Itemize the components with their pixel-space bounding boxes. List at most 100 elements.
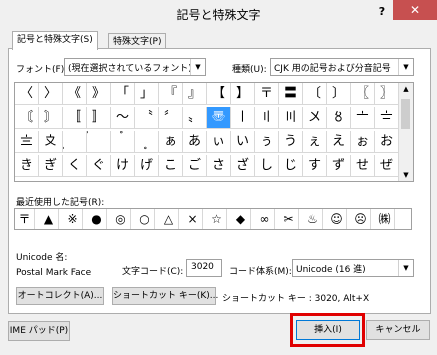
insert-highlight-frame [290, 313, 365, 347]
symbol-cell[interactable]: 】 [231, 83, 255, 105]
symbol-cell[interactable]: お [375, 131, 399, 153]
help-button[interactable]: ? [370, 2, 394, 22]
symbol-cell[interactable]: 〩 [39, 131, 63, 153]
recent-symbol[interactable]: 〒 [15, 209, 35, 229]
symbol-cell[interactable]: き [15, 155, 39, 177]
symbol-cell[interactable]: ぎ [39, 155, 63, 177]
symbol-grid[interactable]: 〈〉《》「」『』【】〒〓〔〕〖〗〘〙〚〛〜〝〞〟〠〡〢〣〤〥〦〧〨〩〪〭〫〬ぁあ… [14, 82, 414, 182]
symbol-cell[interactable]: ぐ [87, 155, 111, 177]
symbol-cell[interactable]: さ [207, 155, 231, 177]
symbol-cell[interactable]: こ [159, 155, 183, 177]
symbol-cell[interactable]: ぉ [351, 131, 375, 153]
symbol-cell[interactable]: 〨 [15, 131, 39, 153]
scroll-down-icon[interactable]: ▼ [399, 171, 413, 179]
symbol-cell[interactable]: 〙 [39, 107, 63, 129]
symbol-cell[interactable]: 〗 [375, 83, 399, 105]
symbol-cell[interactable]: 〬 [111, 131, 135, 153]
symbol-cell[interactable]: く [63, 155, 87, 177]
symbol-cell[interactable]: ぃ [207, 131, 231, 153]
symbol-cell[interactable]: ご [183, 155, 207, 177]
recent-symbol[interactable]: ▲ [39, 209, 59, 229]
grid-scrollbar[interactable]: ▲ ▼ [398, 83, 413, 181]
symbol-cell[interactable]: 〓 [279, 83, 303, 105]
symbol-cell[interactable]: え [327, 131, 351, 153]
symbol-cell[interactable]: け [111, 155, 135, 177]
recent-symbol[interactable]: ◆ [231, 209, 251, 229]
recent-symbol[interactable]: × [183, 209, 203, 229]
autocorrect-button[interactable]: オートコレクト(A)... [16, 287, 104, 305]
symbol-cell[interactable]: 〭 [135, 131, 159, 153]
symbol-cell[interactable]: ぇ [303, 131, 327, 153]
subset-select[interactable]: CJK 用の記号および分音記号 ▼ [270, 58, 414, 76]
symbol-cell[interactable]: 》 [87, 83, 111, 105]
title-bar: 記号と特殊文字 ? ✕ [0, 0, 437, 28]
scroll-thumb[interactable] [401, 99, 410, 129]
recent-symbol[interactable]: ☆ [207, 209, 227, 229]
symbol-cell[interactable]: 〦 [351, 107, 375, 129]
close-button[interactable]: ✕ [393, 0, 437, 20]
ime-pad-button[interactable]: IME パッド(P) [8, 321, 70, 341]
symbol-cell[interactable]: 〤 [303, 107, 327, 129]
symbol-cell[interactable]: ず [327, 155, 351, 177]
tab-symbols[interactable]: 記号と特殊文字(S) [12, 31, 98, 50]
symbol-cell[interactable]: ざ [231, 155, 255, 177]
symbol-cell[interactable]: 」 [135, 83, 159, 105]
symbol-cell[interactable]: 〘 [15, 107, 39, 129]
symbol-cell[interactable]: せ [351, 155, 375, 177]
codesystem-select[interactable]: Unicode (16 進) ▼ [292, 259, 414, 277]
recent-symbol[interactable]: ♨ [303, 209, 323, 229]
symbol-cell[interactable]: 〔 [303, 83, 327, 105]
symbol-cell[interactable]: す [303, 155, 327, 177]
symbol-cell[interactable]: じ [279, 155, 303, 177]
symbol-cell[interactable]: あ [183, 131, 207, 153]
symbol-cell[interactable]: 〕 [327, 83, 351, 105]
symbol-cell[interactable]: 〠 [207, 107, 231, 129]
symbol-cell[interactable]: 〪 [63, 131, 87, 153]
symbol-cell[interactable]: 〝 [135, 107, 159, 129]
recent-symbol[interactable]: ※ [63, 209, 83, 229]
symbol-cell[interactable]: い [231, 131, 255, 153]
recent-symbol[interactable]: ☺ [327, 209, 347, 229]
recent-symbol[interactable]: ○ [135, 209, 155, 229]
recent-symbol[interactable]: ☹ [351, 209, 371, 229]
recent-symbol[interactable]: △ [159, 209, 179, 229]
recent-symbol[interactable]: ◎ [111, 209, 131, 229]
symbol-cell[interactable]: 〚 [63, 107, 87, 129]
recent-symbol[interactable]: ∞ [255, 209, 275, 229]
symbol-cell[interactable]: げ [135, 155, 159, 177]
symbol-cell[interactable]: 』 [183, 83, 207, 105]
recent-symbol[interactable]: ✂ [279, 209, 299, 229]
symbol-cell[interactable]: 〒 [255, 83, 279, 105]
codesystem-label: コード体系(M): [229, 267, 292, 277]
recent-symbol[interactable]: ● [87, 209, 107, 229]
cancel-button[interactable]: キャンセル [366, 320, 430, 340]
symbol-cell[interactable]: 〣 [279, 107, 303, 129]
symbol-cell[interactable]: 〉 [39, 83, 63, 105]
symbol-cell[interactable]: 『 [159, 83, 183, 105]
symbol-cell[interactable]: 〡 [231, 107, 255, 129]
symbol-cell[interactable]: 〈 [15, 83, 39, 105]
symbol-cell[interactable]: ぁ [159, 131, 183, 153]
symbol-cell[interactable]: う [279, 131, 303, 153]
symbol-cell[interactable]: し [255, 155, 279, 177]
symbol-cell[interactable]: ぜ [375, 155, 399, 177]
scroll-up-icon[interactable]: ▲ [399, 85, 413, 93]
shortcut-key-button[interactable]: ショートカット キー(K)... [112, 287, 218, 305]
symbol-cell[interactable]: 〧 [375, 107, 399, 129]
symbol-cell[interactable]: 〥 [327, 107, 351, 129]
symbol-cell[interactable]: 【 [207, 83, 231, 105]
font-select[interactable]: (現在選択されているフォント) ▼ [64, 58, 206, 76]
symbol-cell[interactable]: 〫 [87, 131, 111, 153]
symbol-cell[interactable]: 〛 [87, 107, 111, 129]
symbol-cell[interactable]: ぅ [255, 131, 279, 153]
symbol-cell[interactable]: 〞 [159, 107, 183, 129]
recent-symbol[interactable]: ㈱ [375, 209, 395, 229]
symbol-cell[interactable]: 「 [111, 83, 135, 105]
charcode-input[interactable]: 3020 [186, 259, 222, 277]
symbol-cell[interactable]: 〢 [255, 107, 279, 129]
symbol-cell[interactable]: 《 [63, 83, 87, 105]
symbol-cell[interactable]: 〟 [183, 107, 207, 129]
symbol-cell[interactable]: 〜 [111, 107, 135, 129]
recent-symbols[interactable]: 〒 ▲ ※ ● ◎ ○ △ × ☆ ◆ ∞ ✂ ♨ ☺ ☹ ㈱ [14, 208, 412, 230]
symbol-cell[interactable]: 〖 [351, 83, 375, 105]
